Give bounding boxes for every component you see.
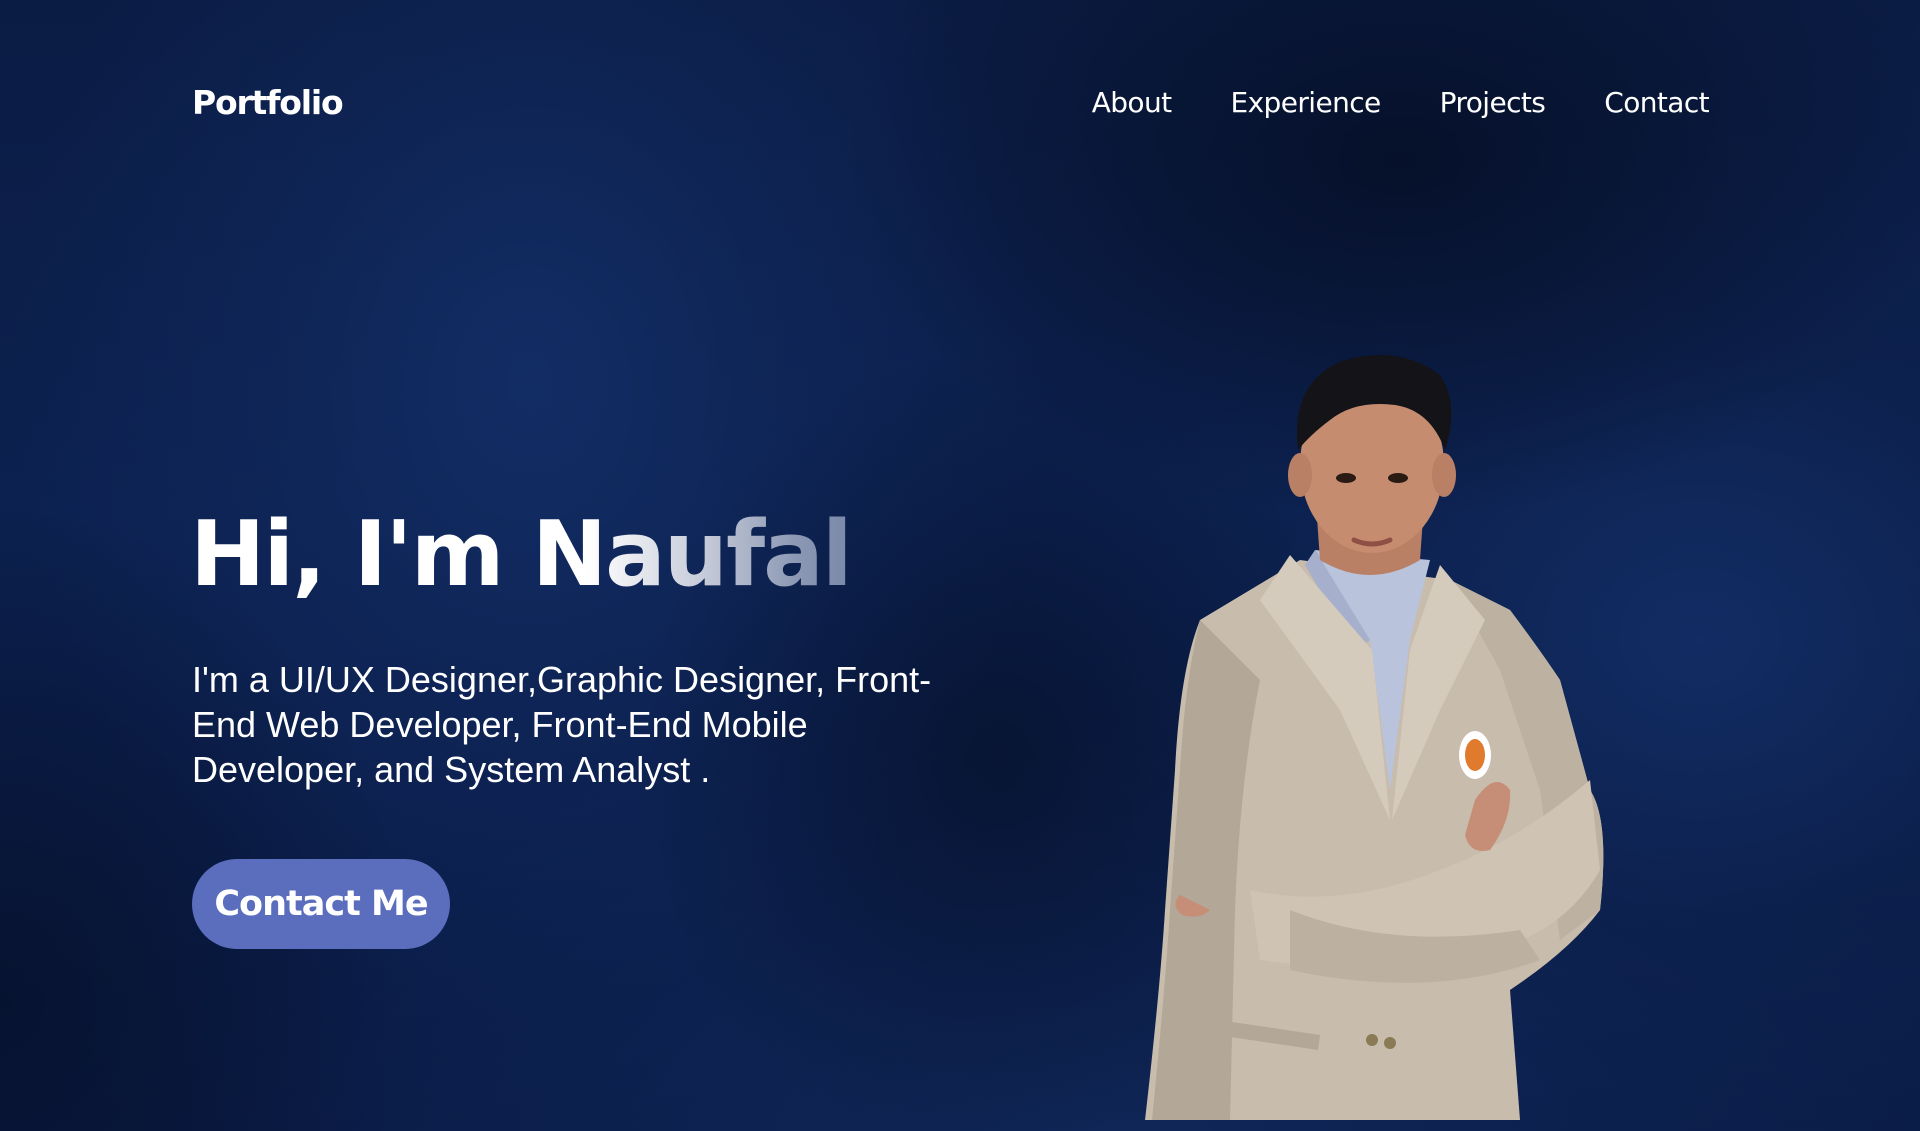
nav-link-contact[interactable]: Contact	[1604, 86, 1709, 119]
contact-me-button[interactable]: Contact Me	[192, 859, 450, 949]
profile-photo	[1145, 355, 1604, 1120]
hero-subtitle: I'm a UI/UX Designer,Graphic Designer, F…	[192, 659, 932, 790]
hero-title: Hi, I'm Naufal	[190, 502, 853, 607]
brand-logo[interactable]: Portfolio	[192, 83, 344, 122]
nav-link-about[interactable]: About	[1092, 86, 1172, 119]
nav-menu: About Experience Projects Contact	[1092, 86, 1710, 119]
nav-link-projects[interactable]: Projects	[1440, 86, 1546, 119]
nav-link-experience[interactable]: Experience	[1231, 86, 1382, 119]
navbar: Portfolio About Experience Projects Cont…	[192, 70, 1728, 134]
